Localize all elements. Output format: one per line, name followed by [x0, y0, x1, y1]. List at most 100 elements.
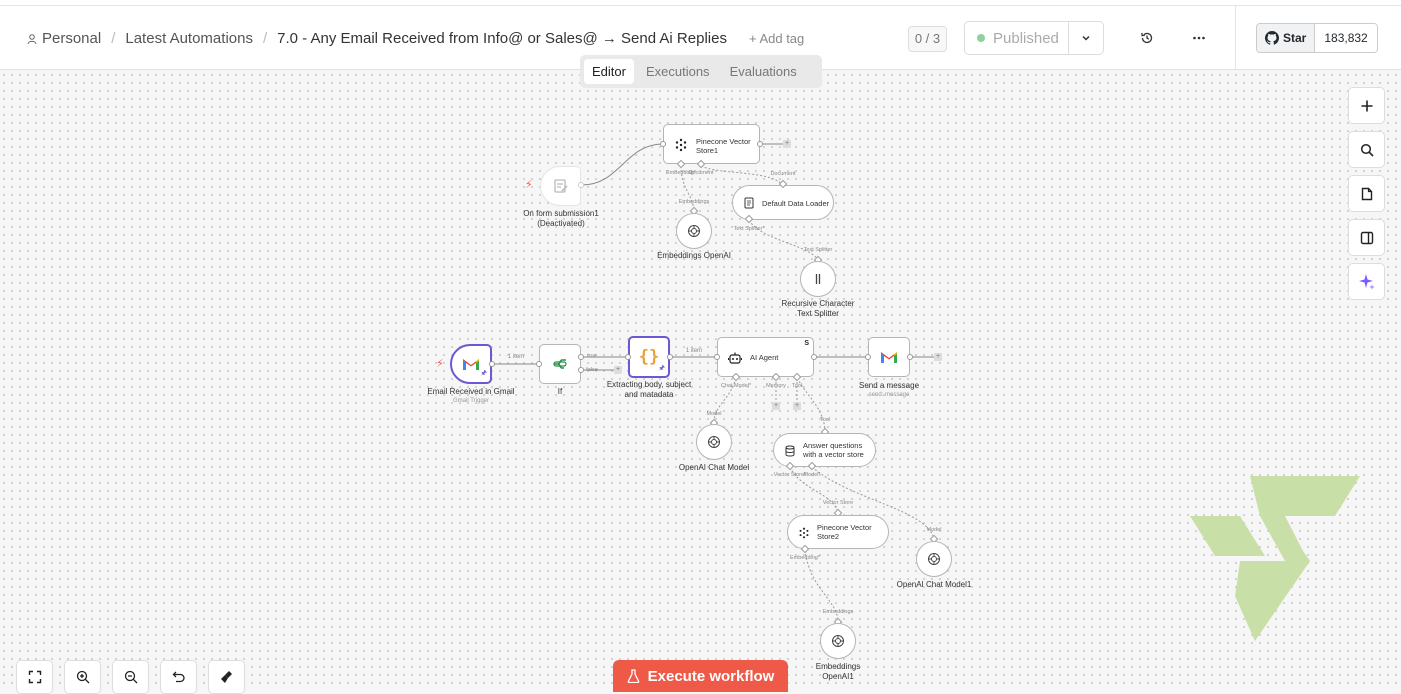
breadcrumb-folder[interactable]: Latest Automations [125, 30, 253, 47]
watermark-logo-icon [1190, 476, 1360, 641]
workflow-canvas[interactable]: Pinecone Vector Store1 + Embedding* Docu… [0, 71, 1401, 694]
port-label: Embeddings [678, 199, 710, 205]
panel-icon [1360, 231, 1373, 244]
node-form-submission[interactable] [540, 166, 581, 206]
add-node-toolbar-button[interactable] [1348, 87, 1385, 124]
node-subtitle: (Deactivated) [537, 219, 585, 228]
add-node-button[interactable]: + [614, 366, 622, 374]
tab-executions[interactable]: Executions [638, 59, 718, 84]
output-handle[interactable] [811, 354, 817, 360]
add-node-button[interactable]: + [783, 140, 791, 148]
ai-assistant-button[interactable] [1348, 263, 1385, 300]
port-label: Chat Model* [720, 383, 752, 389]
breadcrumb-project[interactable]: Personal [42, 30, 101, 47]
toggle-panel-button[interactable] [1348, 219, 1385, 256]
input-handle[interactable] [660, 141, 666, 147]
node-embeddings-openai[interactable] [676, 213, 712, 249]
node-label: Send a message [858, 381, 920, 390]
node-send-message[interactable] [868, 337, 910, 377]
tab-evaluations[interactable]: Evaluations [722, 59, 805, 84]
port-label: Tool [791, 383, 803, 389]
node-embeddings-openai1[interactable] [820, 623, 856, 659]
github-icon [1265, 31, 1279, 45]
node-pinecone-vector-store1[interactable]: Pinecone Vector Store1 [663, 124, 760, 164]
github-star-label: Star [1283, 31, 1307, 45]
node-if[interactable] [539, 344, 581, 384]
execute-workflow-button[interactable]: Execute workflow [613, 660, 788, 692]
port-label: Model* [803, 472, 821, 478]
node-subtitle: Gmail Trigger [452, 398, 490, 404]
port-label: Model [706, 411, 722, 417]
zoom-out-button[interactable] [112, 660, 149, 694]
add-tag-button[interactable]: + Add tag [749, 31, 804, 46]
node-extract-body[interactable]: {} 🖈 [628, 336, 670, 378]
search-nodes-button[interactable] [1348, 131, 1385, 168]
input-handle[interactable] [714, 354, 720, 360]
output-handle[interactable] [578, 182, 584, 188]
node-label: Default Data Loader [762, 199, 830, 208]
port-label: Model [926, 527, 942, 533]
publish-dropdown-button[interactable] [1068, 21, 1104, 55]
node-recursive-text-splitter[interactable] [800, 261, 836, 297]
workflow-title[interactable]: 7.0 - Any Email Received from Info@ or S… [277, 30, 727, 47]
fit-view-button[interactable] [16, 660, 53, 694]
robot-icon [728, 352, 742, 364]
openai-icon [928, 553, 940, 565]
trigger-bolt-icon: ⚡ [525, 179, 533, 191]
output-handle[interactable] [489, 361, 495, 367]
user-icon [27, 33, 37, 44]
tab-editor[interactable]: Editor [584, 59, 634, 84]
node-openai-chat-model1[interactable] [916, 541, 952, 577]
add-node-button[interactable]: + [934, 353, 942, 361]
chevron-down-icon [1082, 35, 1090, 41]
branch-icon [553, 359, 567, 369]
output-handle[interactable] [907, 354, 913, 360]
port-label: Document [770, 171, 796, 177]
add-tool-button[interactable]: + [793, 402, 801, 410]
plus-icon [1361, 100, 1372, 111]
zoom-in-button[interactable] [64, 660, 101, 694]
splitter-icon [815, 274, 821, 284]
output-handle[interactable] [757, 141, 763, 147]
node-badge-icon: S [804, 340, 809, 347]
input-handle[interactable] [865, 354, 871, 360]
add-memory-button[interactable]: + [772, 402, 780, 410]
port-label: false [586, 367, 598, 373]
input-handle[interactable] [625, 354, 631, 360]
sticky-note-button[interactable] [1348, 175, 1385, 212]
pin-icon: 🖈 [480, 370, 487, 377]
true-output-handle[interactable] [578, 354, 584, 360]
history-button[interactable] [1137, 28, 1157, 48]
port-label: Document [688, 170, 714, 176]
port-label: Vector Store [822, 500, 854, 506]
pinecone-icon [799, 527, 809, 539]
github-star-widget[interactable]: Star 183,832 [1256, 23, 1378, 53]
output-handle[interactable] [667, 354, 673, 360]
ellipsis-icon [1193, 36, 1205, 40]
input-handle[interactable] [536, 361, 542, 367]
port-label: Memory [766, 383, 786, 389]
node-ai-agent[interactable]: AI Agent S [717, 337, 814, 377]
zoom-in-icon [76, 670, 89, 684]
node-pinecone-vector-store2[interactable]: Pinecone Vector Store2 [787, 515, 889, 549]
tidy-up-button[interactable] [208, 660, 245, 694]
version-counter: 0 / 3 [908, 26, 947, 52]
github-star-button[interactable]: Star [1257, 24, 1316, 52]
openai-icon [832, 635, 844, 647]
undo-icon [172, 671, 185, 683]
gmail-icon [881, 352, 897, 363]
note-icon [1361, 187, 1372, 200]
execute-workflow-label: Execute workflow [647, 667, 775, 685]
node-label: Embeddings OpenAI [657, 251, 731, 260]
node-openai-chat-model[interactable] [696, 424, 732, 460]
zoom-out-icon [124, 670, 137, 684]
port-label: Text Splitter* [733, 226, 765, 232]
publish-status-button[interactable]: Published [964, 21, 1068, 55]
edge-label: 1 item [685, 348, 703, 354]
publish-status-label: Published [993, 30, 1059, 47]
more-options-button[interactable] [1189, 28, 1209, 48]
node-gmail-trigger[interactable]: 🖈 [450, 344, 492, 384]
false-output-handle[interactable] [578, 367, 584, 373]
undo-button[interactable] [160, 660, 197, 694]
status-dot [977, 34, 985, 42]
